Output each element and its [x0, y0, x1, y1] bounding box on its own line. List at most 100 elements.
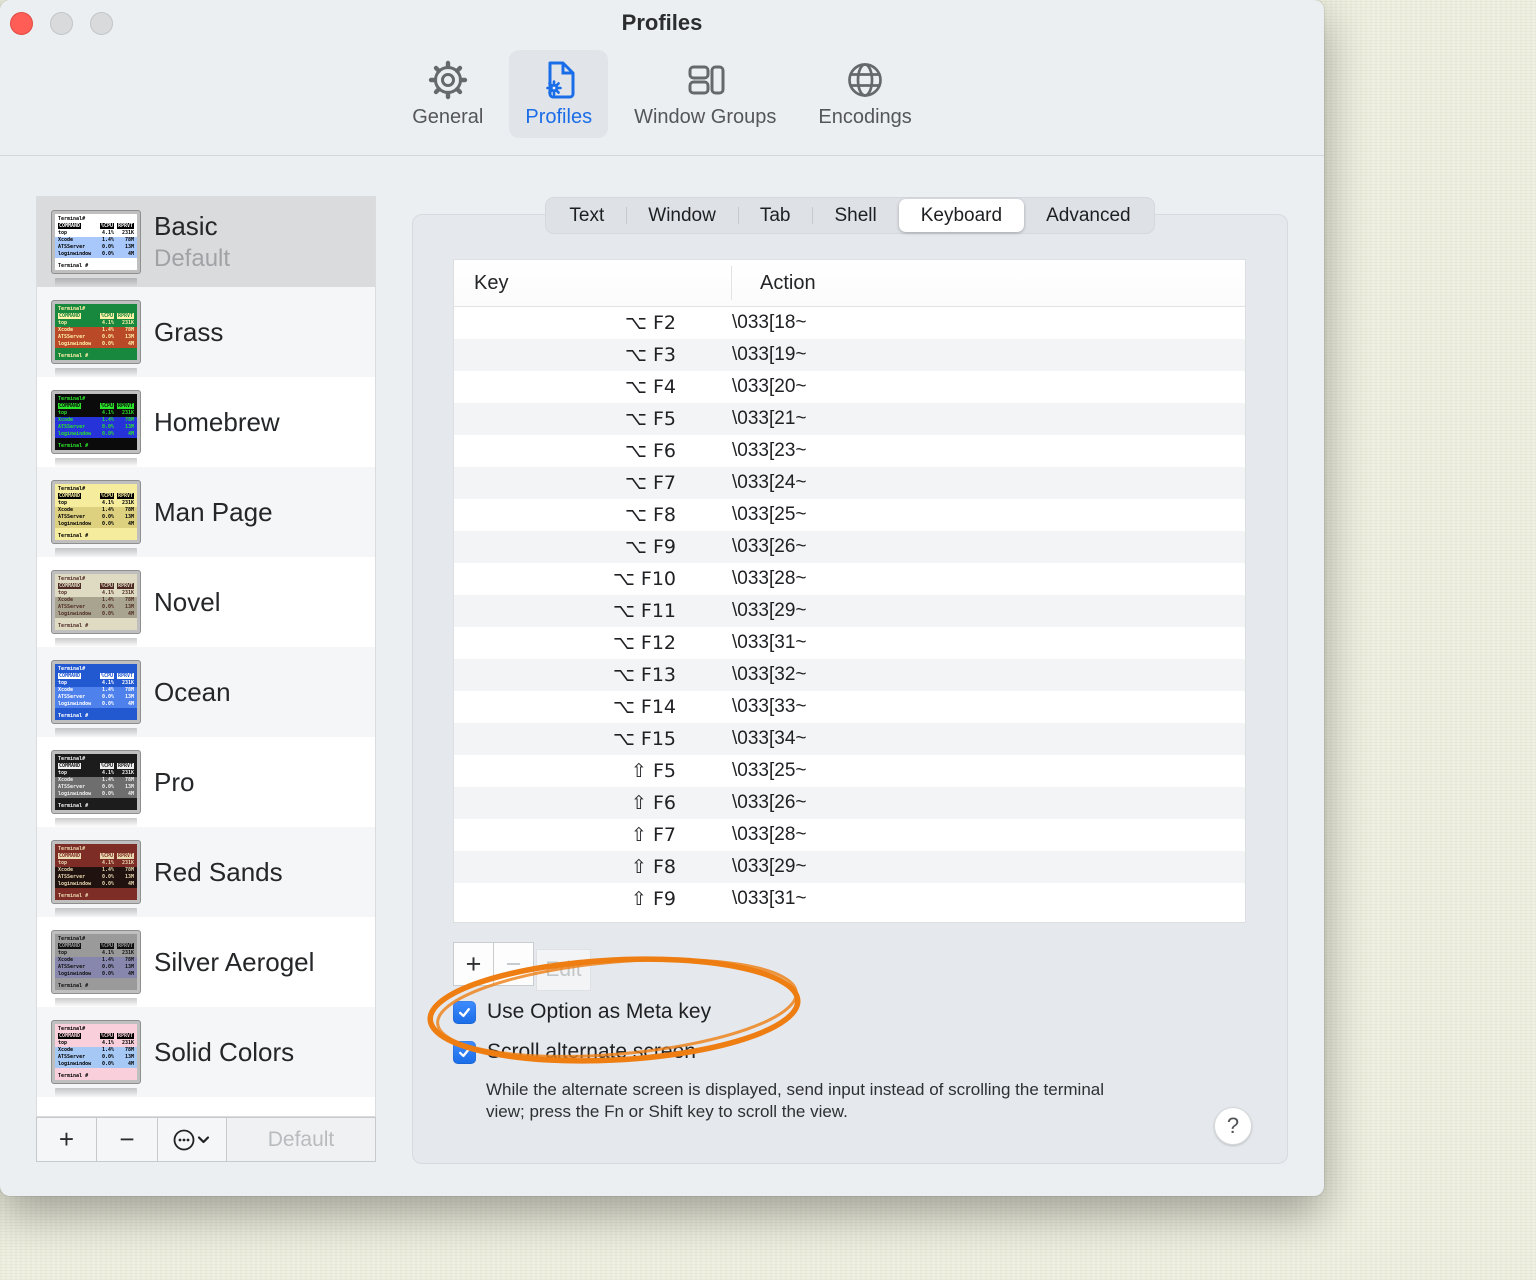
tab-advanced[interactable]: Advanced	[1024, 199, 1153, 232]
remove-key-button[interactable]: −	[493, 942, 534, 986]
key-cell: ⌥ F10	[612, 568, 676, 590]
table-row[interactable]: ⌥ F10 \033[28~	[454, 563, 1245, 595]
remove-profile-button[interactable]: −	[96, 1117, 158, 1162]
tab-shell[interactable]: Shell	[812, 199, 898, 232]
key-cell: ⇧ F7	[631, 824, 676, 846]
window-title: Profiles	[621, 10, 703, 35]
tab-segmented-control: Text Window Tab Shell Keyboard Advanced	[545, 197, 1155, 234]
terminal-thumbnail: Terminal# COMMAND %CPU RPRVT top 4.1% 231K Xcod…	[52, 661, 140, 723]
profile-item-solid-colors[interactable]: Terminal# COMMAND %CPU RPRVT top 4.1% 231K Xcod…	[37, 1007, 375, 1097]
thumbnail-line: ATSServer 0.0% 13M	[55, 334, 137, 341]
action-cell: \033[26~	[732, 536, 807, 557]
thumbnail-reflection	[55, 638, 137, 647]
profile-item-pro[interactable]: Terminal# COMMAND %CPU RPRVT top 4.1% 231K Xcod…	[37, 737, 375, 827]
thumbnail-line: Xcode 1.4% 78M	[55, 597, 137, 604]
profile-item-grass[interactable]: Terminal# COMMAND %CPU RPRVT top 4.1% 231K Xcod…	[37, 287, 375, 377]
edit-key-button[interactable]: Edit	[536, 949, 591, 991]
column-header-action[interactable]: Action	[732, 272, 816, 295]
key-cell: ⌥ F7	[625, 472, 676, 494]
profile-item-silver-aerogel[interactable]: Terminal# COMMAND %CPU RPRVT top 4.1% 231K Xcod…	[37, 917, 375, 1007]
toolbar-item-window-groups[interactable]: Window Groups	[618, 50, 792, 138]
profile-text: Basic Default	[154, 211, 230, 273]
tab-tab[interactable]: Tab	[737, 199, 813, 232]
profile-item-novel[interactable]: Terminal# COMMAND %CPU RPRVT top 4.1% 231K Xcod…	[37, 557, 375, 647]
more-options-button[interactable]	[157, 1117, 227, 1162]
profile-item-red-sands[interactable]: Terminal# COMMAND %CPU RPRVT top 4.1% 231K Xcod…	[37, 827, 375, 917]
profiles-sidebar: Terminal# COMMAND %CPU RPRVT top 4.1% 231K Xcod…	[36, 196, 376, 1162]
table-row[interactable]: ⌥ F13 \033[32~	[454, 659, 1245, 691]
table-row[interactable]: ⌥ F14 \033[33~	[454, 691, 1245, 723]
toolbar-item-general[interactable]: General	[396, 50, 499, 138]
table-row[interactable]: ⌥ F15 \033[34~	[454, 723, 1245, 755]
thumbnail-line: loginwindow 0.0% 4M	[55, 1061, 137, 1068]
add-key-button[interactable]: +	[453, 942, 494, 986]
table-row[interactable]: ⇧ F6 \033[26~	[454, 787, 1245, 819]
close-button[interactable]	[10, 12, 33, 35]
thumbnail-line: Xcode 1.4% 78M	[55, 957, 137, 964]
default-button[interactable]: Default	[226, 1117, 376, 1162]
table-row[interactable]: ⇧ F9 \033[31~	[454, 883, 1245, 915]
use-option-as-meta-checkbox[interactable]	[453, 1000, 476, 1024]
table-row[interactable]: ⌥ F4 \033[20~	[454, 371, 1245, 403]
table-row[interactable]: ⌥ F9 \033[26~	[454, 531, 1245, 563]
zoom-button[interactable]	[90, 12, 113, 35]
column-header-key[interactable]: Key	[454, 266, 732, 300]
action-cell: \033[20~	[732, 376, 807, 397]
terminal-thumbnail: Terminal# COMMAND %CPU RPRVT top 4.1% 231K Xcod…	[52, 571, 140, 633]
table-row[interactable]: ⇧ F7 \033[28~	[454, 819, 1245, 851]
profile-thumbnail-wrap: Terminal# COMMAND %CPU RPRVT top 4.1% 231K Xcod…	[52, 661, 140, 737]
table-row[interactable]: ⇧ F5 \033[25~	[454, 755, 1245, 787]
toolbar-label: Encodings	[818, 106, 912, 128]
table-row[interactable]: ⌥ F11 \033[29~	[454, 595, 1245, 627]
table-row[interactable]: ⌥ F2 \033[18~	[454, 307, 1245, 339]
thumbnail-line: Terminal #	[58, 443, 89, 449]
table-row[interactable]: ⇧ F8 \033[29~	[454, 851, 1245, 883]
tab-window[interactable]: Window	[626, 199, 738, 232]
table-row[interactable]: ⌥ F12 \033[31~	[454, 627, 1245, 659]
action-cell: \033[29~	[732, 856, 807, 877]
table-row[interactable]: ⌥ F3 \033[19~	[454, 339, 1245, 371]
action-cell: \033[33~	[732, 696, 807, 717]
terminal-thumbnail: Terminal# COMMAND %CPU RPRVT top 4.1% 231K Xcod…	[52, 841, 140, 903]
toolbar-item-profiles[interactable]: Profiles	[509, 50, 609, 138]
toolbar-label: Window Groups	[634, 106, 777, 128]
toolbar-item-encodings[interactable]: Encodings	[802, 50, 927, 138]
action-cell: \033[29~	[732, 600, 807, 621]
thumbnail-line: Terminal#	[58, 756, 86, 762]
thumbnail-line: Terminal#	[58, 576, 86, 582]
table-row[interactable]: ⌥ F8 \033[25~	[454, 499, 1245, 531]
help-button[interactable]: ?	[1214, 1107, 1252, 1145]
key-cell: ⌥ F15	[612, 728, 676, 750]
profile-name: Pro	[154, 766, 195, 797]
thumbnail-line: loginwindow 0.0% 4M	[55, 341, 137, 348]
thumbnail-line: top 4.1% 231K	[58, 590, 134, 596]
profile-item-ocean[interactable]: Terminal# COMMAND %CPU RPRVT top 4.1% 231K Xcod…	[37, 647, 375, 737]
thumbnail-line: Terminal #	[58, 263, 89, 269]
scroll-alternate-screen-checkbox[interactable]	[453, 1040, 476, 1064]
profile-item-man-page[interactable]: Terminal# COMMAND %CPU RPRVT top 4.1% 231K Xcod…	[37, 467, 375, 557]
profile-item-homebrew[interactable]: Terminal# COMMAND %CPU RPRVT top 4.1% 231K Xcod…	[37, 377, 375, 467]
thumbnail-line: loginwindow 0.0% 4M	[55, 251, 137, 258]
profile-item-basic[interactable]: Terminal# COMMAND %CPU RPRVT top 4.1% 231K Xcod…	[37, 197, 375, 287]
add-profile-button[interactable]: +	[36, 1117, 97, 1162]
terminal-thumbnail: Terminal# COMMAND %CPU RPRVT top 4.1% 231K Xcod…	[52, 211, 140, 273]
tab-keyboard[interactable]: Keyboard	[898, 199, 1025, 232]
thumbnail-line: top 4.1% 231K	[58, 230, 134, 236]
table-row[interactable]: ⌥ F7 \033[24~	[454, 467, 1245, 499]
action-cell: \033[26~	[732, 792, 807, 813]
tab-text[interactable]: Text	[547, 199, 626, 232]
profile-text: Homebrew	[154, 407, 280, 438]
profile-thumbnail-wrap: Terminal# COMMAND %CPU RPRVT top 4.1% 231K Xcod…	[52, 391, 140, 467]
thumbnail-line: Terminal#	[58, 666, 86, 672]
terminal-thumbnail: Terminal# COMMAND %CPU RPRVT top 4.1% 231K Xcod…	[52, 751, 140, 813]
key-cell: ⇧ F9	[631, 888, 676, 910]
toolbar-label: Profiles	[525, 106, 593, 128]
minimize-button[interactable]	[50, 12, 73, 35]
thumbnail-line: Xcode 1.4% 78M	[55, 237, 137, 244]
toolbar-divider	[0, 155, 1324, 156]
profile-name: Grass	[154, 316, 224, 347]
checkmark-icon	[459, 1047, 470, 1057]
table-row[interactable]: ⌥ F6 \033[23~	[454, 435, 1245, 467]
table-row[interactable]: ⌥ F5 \033[21~	[454, 403, 1245, 435]
thumbnail-reflection	[55, 368, 137, 377]
